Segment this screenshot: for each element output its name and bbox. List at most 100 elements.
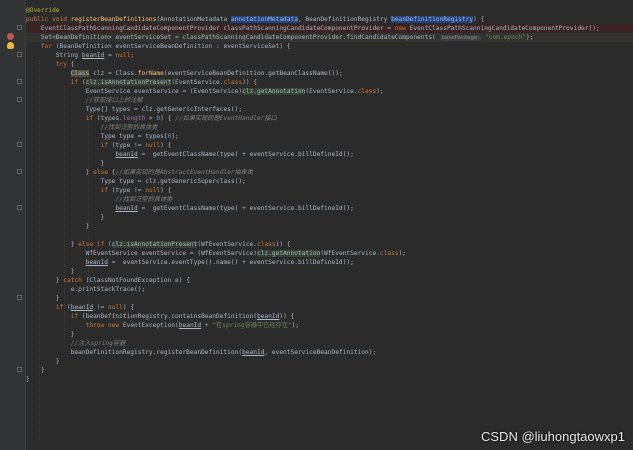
code-token: Type type = types[ — [26, 133, 168, 140]
code-line[interactable]: } — [26, 357, 633, 366]
code-line[interactable]: } — [26, 366, 633, 375]
code-token: } — [26, 376, 30, 383]
code-token: ) { — [122, 304, 135, 311]
code-token: } — [26, 277, 64, 284]
code-token: EventClassPathScanningCandidateComponent… — [26, 25, 395, 32]
code-token: (EventService. — [305, 88, 358, 95]
code-line[interactable]: //找到泛型的具体类 — [26, 123, 633, 132]
code-token: } — [26, 367, 45, 374]
code-token: "在spring容器中已经存在" — [212, 322, 292, 329]
editor-gutter[interactable] — [0, 0, 26, 450]
code-token: } — [26, 358, 60, 365]
code-line[interactable]: if (type != null) { — [26, 141, 633, 150]
code-token: ); — [376, 88, 384, 95]
code-line[interactable]: } — [26, 159, 633, 168]
code-token: beanDefinitionRegistry — [391, 16, 474, 23]
fold-marker-icon[interactable] — [17, 205, 22, 210]
code-line[interactable]: beanDefinitionRegistry.registerBeanDefin… — [26, 348, 633, 357]
code-editor[interactable]: @Override public void registerBeanDefinit… — [0, 0, 633, 450]
code-token: throw new — [85, 322, 123, 329]
code-token: } — [26, 214, 105, 221]
code-line[interactable]: Type type = types[0]; — [26, 132, 633, 141]
code-token: (type != — [111, 142, 146, 149]
code-token: if — [70, 313, 82, 320]
code-token: for — [40, 43, 56, 50]
code-line[interactable]: //找到泛型的具体类 — [26, 195, 633, 204]
code-line[interactable] — [26, 231, 633, 240]
code-token: new — [394, 25, 410, 32]
fold-marker-icon[interactable] — [17, 367, 22, 372]
code-token: //找到泛型的具体类 — [115, 196, 173, 203]
fold-marker-icon[interactable] — [17, 52, 22, 57]
code-token: ); — [398, 250, 407, 257]
code-token: = eventService.eventType().name() + even… — [107, 259, 354, 266]
code-line[interactable]: if (clz.isAnnotationPresent(EventService… — [26, 78, 633, 87]
code-line[interactable]: @Override — [26, 6, 633, 15]
code-line[interactable]: if (type != null) { — [26, 186, 633, 195]
fold-marker-icon[interactable] — [17, 169, 22, 174]
fold-marker-icon[interactable] — [17, 97, 22, 102]
code-line[interactable]: if (types.length > 0) { //如果实现的是EventHan… — [26, 114, 633, 123]
code-line[interactable]: EventClassPathScanningCandidateComponent… — [26, 24, 633, 33]
code-line[interactable]: } — [26, 330, 633, 339]
fold-marker-icon[interactable] — [17, 142, 22, 147]
code-line[interactable]: beanId = getEventClassName(type) + event… — [26, 150, 633, 159]
breakpoint-icon[interactable] — [7, 33, 14, 40]
code-token: != — [93, 304, 108, 311]
code-token: = getEventClassName(type) + eventService… — [137, 205, 354, 212]
code-line[interactable]: Set<BeanDefinition> eventServiceSet = cl… — [26, 33, 633, 42]
code-token: forName — [137, 70, 164, 77]
code-line[interactable]: throw new EventException(beanId + "在spri… — [26, 321, 633, 330]
code-line[interactable]: if (beanDefinitionRegistry.containsBeanD… — [26, 312, 633, 321]
code-line[interactable]: e.printStackTrace(); — [26, 285, 633, 294]
code-line[interactable]: if (beanId != null) { — [26, 303, 633, 312]
code-line[interactable]: beanId = getEventClassName(type) + event… — [26, 204, 633, 213]
code-line[interactable]: } — [26, 294, 633, 303]
code-line[interactable]: for (BeanDefinition eventServiceBeanDefi… — [26, 42, 633, 51]
code-line[interactable]: } — [26, 213, 633, 222]
code-line[interactable]: String beanId = null; — [26, 51, 633, 60]
code-token: if — [85, 115, 97, 122]
fold-marker-icon[interactable] — [17, 79, 22, 84]
code-token: Type type = clz.getGenericSuperclass(); — [26, 178, 246, 185]
code-line[interactable]: //获取接口上的注解 — [26, 96, 633, 105]
code-token: annotationMetadata — [230, 16, 298, 23]
code-line[interactable]: EventService eventService = (EventServic… — [26, 87, 633, 96]
code-line[interactable]: public void registerBeanDefinitions(Anno… — [26, 15, 633, 24]
code-line[interactable]: } — [26, 222, 633, 231]
code-line[interactable]: Class clz = Class.forName(eventServiceBe… — [26, 69, 633, 78]
code-token: class — [223, 79, 243, 86]
code-line[interactable]: WfEventService eventService = (WfEventSe… — [26, 249, 633, 258]
code-line[interactable]: try { — [26, 60, 633, 69]
code-line[interactable]: beanId = eventService.eventType().name()… — [26, 258, 633, 267]
code-token: //获取接口上的注解 — [85, 97, 143, 104]
code-line[interactable]: Type[] types = clz.getGenericInterfaces(… — [26, 105, 633, 114]
code-token: )) { — [242, 79, 258, 86]
code-line[interactable]: //注入spring容器 — [26, 339, 633, 348]
code-token: (AnnotationMetadata — [156, 16, 231, 23]
fold-marker-icon[interactable] — [17, 25, 22, 30]
code-line[interactable]: } — [26, 267, 633, 276]
code-token: catch — [63, 277, 86, 284]
code-token: } — [26, 268, 75, 275]
intention-bulb-icon[interactable] — [7, 42, 14, 49]
code-token: clz.isAnnotationPresent — [85, 79, 172, 86]
fold-marker-icon[interactable] — [17, 295, 22, 300]
code-line[interactable]: } else if (clz.isAnnotationPresent(WfEve… — [26, 240, 633, 249]
code-line[interactable]: } else {//如果实现的是AbstractEventHandler抽象类 — [26, 168, 633, 177]
code-token: clz.isAnnotationPresent — [111, 241, 198, 248]
code-token: "com.epoch" — [485, 34, 526, 41]
code-line[interactable]: } catch (ClassNotFoundException e) { — [26, 276, 633, 285]
code-line[interactable]: Type type = clz.getGenericSuperclass(); — [26, 177, 633, 186]
code-token: //如果实现的是EventHandler接口 — [175, 115, 277, 122]
code-token: class — [379, 250, 399, 257]
code-token: else if — [78, 241, 108, 248]
code-token: if — [55, 304, 67, 311]
code-line[interactable]: } — [26, 375, 633, 384]
code-token: = — [104, 52, 116, 59]
code-token: beanId — [70, 304, 94, 311]
